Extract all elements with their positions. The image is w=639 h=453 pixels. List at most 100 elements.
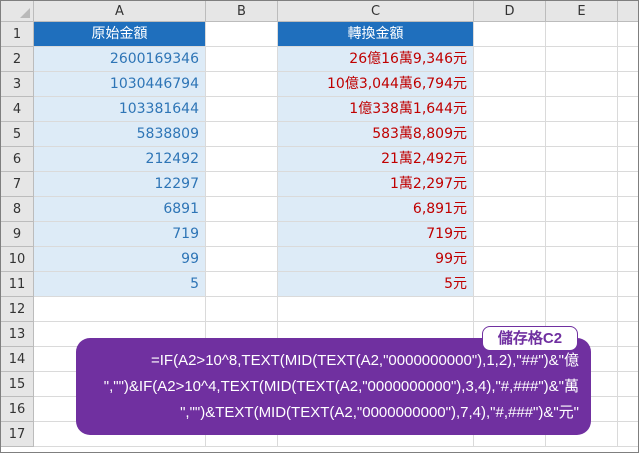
cell[interactable]: [618, 347, 638, 372]
row-header-3[interactable]: 3: [1, 72, 34, 97]
cell[interactable]: [206, 247, 278, 272]
cell[interactable]: 583萬8,809元: [278, 122, 474, 147]
cell[interactable]: 1億338萬1,644元: [278, 97, 474, 122]
cell[interactable]: [206, 47, 278, 72]
cell[interactable]: [474, 297, 546, 322]
cell[interactable]: [278, 297, 474, 322]
cell[interactable]: [618, 222, 638, 247]
cell[interactable]: 轉換金額: [278, 22, 474, 47]
cell[interactable]: [618, 272, 638, 297]
cell[interactable]: [618, 197, 638, 222]
cell[interactable]: [618, 372, 638, 397]
cell[interactable]: [618, 47, 638, 72]
cell[interactable]: 1030446794: [34, 72, 206, 97]
cell[interactable]: [546, 272, 618, 297]
cell[interactable]: 5838809: [34, 122, 206, 147]
cell[interactable]: [474, 47, 546, 72]
row-header-6[interactable]: 6: [1, 147, 34, 172]
row-header-10[interactable]: 10: [1, 247, 34, 272]
cell[interactable]: [618, 247, 638, 272]
row-header-15[interactable]: 15: [1, 372, 34, 397]
row-header-8[interactable]: 8: [1, 197, 34, 222]
row-header-5[interactable]: 5: [1, 122, 34, 147]
column-header-a[interactable]: A: [34, 1, 206, 22]
row-header-2[interactable]: 2: [1, 47, 34, 72]
cell[interactable]: 719: [34, 222, 206, 247]
cell[interactable]: [206, 272, 278, 297]
cell[interactable]: [546, 47, 618, 72]
cell[interactable]: [546, 172, 618, 197]
cell[interactable]: 103381644: [34, 97, 206, 122]
cell[interactable]: 6891: [34, 197, 206, 222]
cell[interactable]: [474, 22, 546, 47]
cell[interactable]: [206, 197, 278, 222]
cell[interactable]: [474, 172, 546, 197]
cell[interactable]: 99: [34, 247, 206, 272]
cell[interactable]: [474, 147, 546, 172]
cell[interactable]: 99元: [278, 247, 474, 272]
cell[interactable]: 21萬2,492元: [278, 147, 474, 172]
row-header-13[interactable]: 13: [1, 322, 34, 347]
column-header-d[interactable]: D: [474, 1, 546, 22]
cell[interactable]: [474, 122, 546, 147]
cell[interactable]: 5: [34, 272, 206, 297]
cell[interactable]: [546, 297, 618, 322]
cell[interactable]: [618, 397, 638, 422]
row-header-11[interactable]: 11: [1, 272, 34, 297]
cell[interactable]: 212492: [34, 147, 206, 172]
cell[interactable]: [618, 172, 638, 197]
cell[interactable]: [546, 197, 618, 222]
cell[interactable]: [546, 247, 618, 272]
cell[interactable]: [618, 22, 638, 47]
cell[interactable]: 719元: [278, 222, 474, 247]
cell[interactable]: [474, 72, 546, 97]
row-header-9[interactable]: 9: [1, 222, 34, 247]
row-header-1[interactable]: 1: [1, 22, 34, 47]
cell[interactable]: [34, 297, 206, 322]
cell[interactable]: [618, 72, 638, 97]
row-header-12[interactable]: 12: [1, 297, 34, 322]
cell[interactable]: 6,891元: [278, 197, 474, 222]
row-header-7[interactable]: 7: [1, 172, 34, 197]
cell[interactable]: [618, 322, 638, 347]
cell[interactable]: 1萬2,297元: [278, 172, 474, 197]
row-header-4[interactable]: 4: [1, 97, 34, 122]
cell[interactable]: [474, 272, 546, 297]
row-header-17[interactable]: 17: [1, 422, 34, 447]
cell[interactable]: [546, 97, 618, 122]
cell[interactable]: [546, 122, 618, 147]
cell[interactable]: [546, 72, 618, 97]
cell[interactable]: [618, 97, 638, 122]
cell[interactable]: 2600169346: [34, 47, 206, 72]
column-header-b[interactable]: B: [206, 1, 278, 22]
cell[interactable]: 26億16萬9,346元: [278, 47, 474, 72]
cell[interactable]: [206, 172, 278, 197]
cell[interactable]: [546, 22, 618, 47]
cell[interactable]: [618, 147, 638, 172]
column-header-e[interactable]: E: [546, 1, 618, 22]
cell[interactable]: [206, 72, 278, 97]
row-header-16[interactable]: 16: [1, 397, 34, 422]
cell[interactable]: [546, 147, 618, 172]
select-all-corner[interactable]: [1, 1, 34, 22]
cell[interactable]: [618, 297, 638, 322]
cell[interactable]: [206, 97, 278, 122]
cell[interactable]: [206, 297, 278, 322]
cell[interactable]: 5元: [278, 272, 474, 297]
row-header-14[interactable]: 14: [1, 347, 34, 372]
cell[interactable]: 原始金額: [34, 22, 206, 47]
cell[interactable]: [474, 222, 546, 247]
cell[interactable]: [206, 22, 278, 47]
cell[interactable]: [546, 222, 618, 247]
cell[interactable]: [206, 222, 278, 247]
cell[interactable]: [474, 97, 546, 122]
column-header-c[interactable]: C: [278, 1, 474, 22]
cell[interactable]: 12297: [34, 172, 206, 197]
cell[interactable]: [618, 122, 638, 147]
cell[interactable]: [474, 197, 546, 222]
cell[interactable]: 10億3,044萬6,794元: [278, 72, 474, 97]
cell[interactable]: [206, 122, 278, 147]
cell[interactable]: [474, 247, 546, 272]
cell[interactable]: [618, 422, 638, 447]
cell[interactable]: [206, 147, 278, 172]
